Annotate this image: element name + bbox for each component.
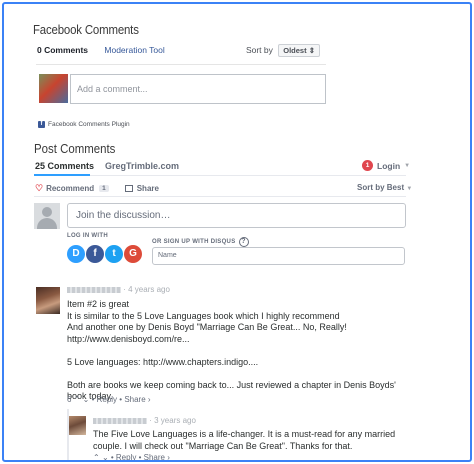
twitter-login-icon[interactable]: t <box>105 245 123 263</box>
facebook-sort-label: Sort by <box>245 45 273 55</box>
comment-link[interactable]: http://www.denisboyd.com/re... <box>67 334 412 346</box>
comment-link[interactable]: 5 Love languages: http://www.chapters.in… <box>67 357 412 369</box>
comment-line: And another one by Denis Boyd "Marriage … <box>67 322 347 332</box>
login-menu[interactable]: 1 Login ▼ <box>362 160 410 171</box>
guest-avatar-icon <box>34 203 60 229</box>
sort-by-best-dropdown[interactable]: Sort by Best ▼ <box>357 183 412 192</box>
facebook-divider <box>36 64 326 65</box>
facebook-login-icon[interactable]: f <box>86 245 104 263</box>
facebook-comments-title: Facebook Comments <box>33 22 139 37</box>
sign-up-disqus-label: OR SIGN UP WITH DISQUS ? <box>152 237 249 247</box>
post-comments-title: Post Comments <box>34 141 116 156</box>
avatar[interactable] <box>69 416 86 435</box>
recommend-count: 1 <box>99 185 109 192</box>
page-frame: Facebook Comments 0 Comments Moderation … <box>2 2 472 462</box>
facebook-comment-input[interactable]: Add a comment... <box>70 74 326 104</box>
comment-line: The Five Love Languages is a life-change… <box>93 429 396 451</box>
comment-timestamp[interactable]: 4 years ago <box>128 285 170 294</box>
upvote-icon[interactable]: ⌃ <box>74 395 81 404</box>
comment-timestamp[interactable]: 3 years ago <box>154 416 196 425</box>
login-label: Login <box>377 160 401 171</box>
comment-line: It is similar to the 5 Love Languages bo… <box>67 310 340 321</box>
comment-line: Item #2 is great <box>67 299 130 309</box>
comment-body: The Five Love Languages is a life-change… <box>93 429 413 452</box>
thread-divider <box>34 196 406 197</box>
upvote-icon[interactable]: ⌃ <box>93 453 100 460</box>
share-button[interactable]: Share <box>137 184 159 193</box>
share-button[interactable]: Share › <box>144 453 170 460</box>
notification-badge: 1 <box>362 160 373 171</box>
moderation-tool-link[interactable]: Moderation Tool <box>104 45 164 55</box>
active-tab-underline <box>34 174 90 176</box>
comment-meta: · 3 years ago <box>93 416 196 425</box>
facebook-tabs: 0 Comments Moderation Tool <box>37 45 165 55</box>
vote-count: 6 <box>67 395 72 404</box>
redacted-username[interactable] <box>93 417 147 424</box>
chevron-down-icon: ▼ <box>406 186 413 192</box>
join-discussion-input[interactable]: Join the discussion… <box>67 203 406 228</box>
disqus-login-icon[interactable]: D <box>67 245 85 263</box>
downvote-icon[interactable]: ⌄ <box>83 395 90 404</box>
facebook-comment-count: 0 Comments <box>37 45 89 55</box>
sort-caret-icon: ⇕ <box>308 46 315 55</box>
name-input[interactable]: Name <box>152 247 405 265</box>
facebook-plugin-label: Facebook Comments Plugin <box>48 121 130 128</box>
comment-footer: 6 ⌃ ⌄ • Reply • Share › <box>67 395 151 404</box>
reply-button[interactable]: Reply <box>97 395 117 404</box>
downvote-icon[interactable]: ⌄ <box>102 453 109 460</box>
log-in-with-label: LOG IN WITH <box>67 233 108 239</box>
google-login-icon[interactable]: G <box>124 245 142 263</box>
facebook-icon: f <box>38 121 45 128</box>
facebook-plugin-link[interactable]: f Facebook Comments Plugin <box>38 121 130 128</box>
facebook-sort: Sort by Oldest ⇕ <box>246 44 320 57</box>
heart-icon: ♡ <box>35 183 44 193</box>
facebook-user-avatar <box>39 74 68 103</box>
comment-body: Item #2 is great It is similar to the 5 … <box>67 299 412 403</box>
reply-button[interactable]: Reply <box>116 453 136 460</box>
redacted-username[interactable] <box>67 286 121 293</box>
tab-comments[interactable]: 25 Comments <box>35 161 94 171</box>
share-button[interactable]: Share › <box>124 395 150 404</box>
avatar[interactable] <box>36 287 60 314</box>
tab-site[interactable]: GregTrimble.com <box>105 161 179 171</box>
help-icon[interactable]: ? <box>238 237 249 247</box>
share-icon <box>124 185 133 192</box>
chevron-down-icon: ▼ <box>404 162 411 169</box>
recommend-button[interactable]: Recommend <box>46 184 94 193</box>
comment-meta: · 4 years ago <box>67 285 170 294</box>
thread-actions: ♡ Recommend 1 Share <box>35 183 159 194</box>
comment-footer: ⌃ ⌄ • Reply • Share › <box>93 453 170 462</box>
facebook-sort-select[interactable]: Oldest ⇕ <box>278 44 320 57</box>
